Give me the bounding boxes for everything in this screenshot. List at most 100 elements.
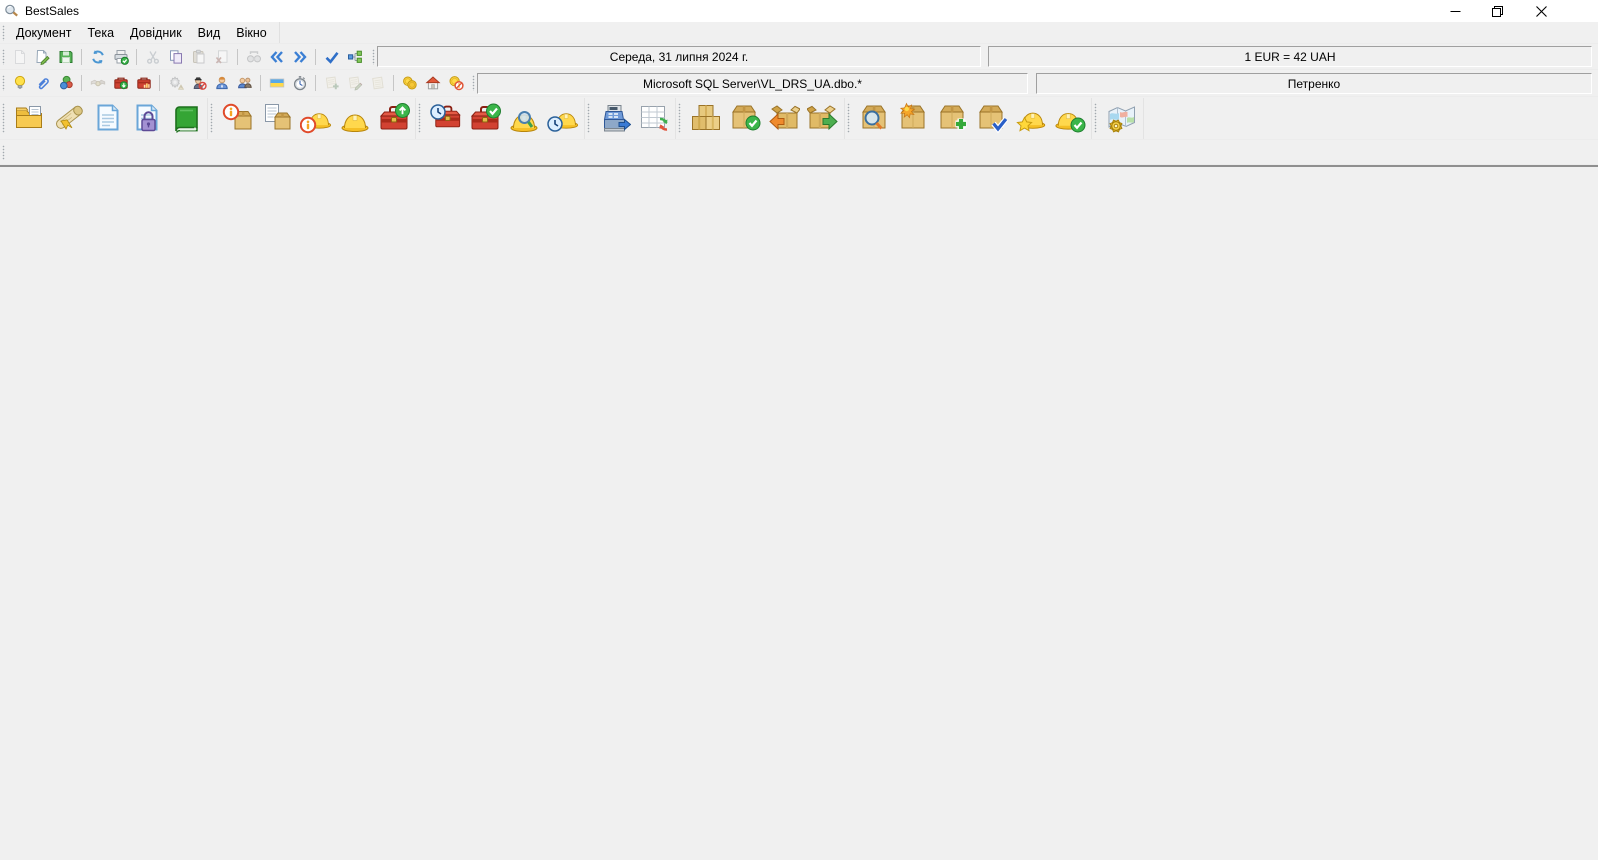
hardhat-search-button[interactable] — [504, 99, 543, 138]
paste-button — [187, 46, 210, 68]
toolbar-chunk — [424, 97, 585, 139]
hardhat-icon — [339, 102, 371, 134]
folder-document-icon — [14, 102, 46, 134]
copy-icon — [168, 49, 184, 65]
coins-button[interactable] — [398, 72, 421, 94]
menu-item-1[interactable]: Документ — [8, 24, 79, 42]
tree-structure-button[interactable] — [343, 46, 366, 68]
invoice-lock-button[interactable] — [127, 99, 166, 138]
cash-register-button[interactable] — [595, 99, 634, 138]
toolbar-gripper[interactable] — [418, 103, 421, 133]
box-new-button[interactable] — [894, 99, 933, 138]
box-dispatch-button[interactable] — [803, 99, 842, 138]
boxes-button[interactable] — [686, 99, 725, 138]
toolbar-gripper[interactable] — [2, 103, 5, 133]
gear-warning-button — [164, 72, 187, 94]
toolbar-chunk — [593, 97, 676, 139]
flag-ukraine-button[interactable] — [265, 72, 288, 94]
nav-next-button[interactable] — [288, 46, 311, 68]
certificate-button[interactable] — [49, 99, 88, 138]
stopwatch-button[interactable] — [288, 72, 311, 94]
map-settings-icon — [1106, 102, 1138, 134]
menu-item-4[interactable]: Вид — [190, 24, 229, 42]
hardhat-clock-button[interactable] — [543, 99, 582, 138]
hardhat-button[interactable] — [335, 99, 374, 138]
toolbox-clock-button[interactable] — [426, 99, 465, 138]
copy-button[interactable] — [164, 46, 187, 68]
folder-document-button[interactable] — [10, 99, 49, 138]
toolbar-gripper[interactable] — [847, 103, 850, 133]
mdi-workspace — [0, 165, 1598, 860]
nav-previous-button[interactable] — [265, 46, 288, 68]
box-verify-button[interactable] — [972, 99, 1011, 138]
minimize-button[interactable] — [1434, 0, 1476, 22]
toolbox-check-icon — [469, 102, 501, 134]
hardhat-star-button[interactable] — [1011, 99, 1050, 138]
menu-item-5[interactable]: Вікно — [228, 24, 274, 42]
binoculars-button — [242, 46, 265, 68]
note-edit-icon — [347, 75, 363, 91]
certificate-icon — [53, 102, 85, 134]
toolbox-check-button[interactable] — [465, 99, 504, 138]
apply-check-button[interactable] — [320, 46, 343, 68]
user-group-button[interactable] — [233, 72, 256, 94]
panel-gripper[interactable] — [372, 49, 375, 65]
cashbox-report-button[interactable] — [132, 72, 155, 94]
panel-gripper[interactable] — [472, 75, 475, 91]
hardhat-check-button[interactable] — [1050, 99, 1089, 138]
coin-blocked-button[interactable] — [444, 72, 467, 94]
box-receive-button[interactable] — [764, 99, 803, 138]
color-spheres-button[interactable] — [54, 72, 77, 94]
menu-gripper[interactable] — [2, 24, 5, 41]
toolbar-separator — [260, 75, 261, 91]
toolbar-separator — [81, 75, 82, 91]
box-search-button[interactable] — [855, 99, 894, 138]
box-add-button[interactable] — [933, 99, 972, 138]
print-verified-icon — [113, 49, 129, 65]
toolbar-gripper[interactable] — [678, 103, 681, 133]
toolbar-gripper[interactable] — [2, 144, 5, 160]
restore-button[interactable] — [1476, 0, 1518, 22]
light-bulb-button[interactable] — [8, 72, 31, 94]
table-refresh-button[interactable] — [634, 99, 673, 138]
toolbar-separator — [159, 75, 160, 91]
toolbar-gripper[interactable] — [2, 75, 5, 91]
box-check-icon — [729, 102, 761, 134]
toolbar-gripper[interactable] — [1094, 103, 1097, 133]
save-icon — [58, 49, 74, 65]
green-book-icon — [170, 102, 202, 134]
box-receive-icon — [768, 102, 800, 134]
paste-icon — [191, 49, 207, 65]
toolbox-up-button[interactable] — [374, 99, 413, 138]
user-blocked-button[interactable] — [187, 72, 210, 94]
toolbar-gripper[interactable] — [2, 48, 5, 65]
edit-document-button[interactable] — [31, 46, 54, 68]
toolbox-up-icon — [378, 102, 410, 134]
print-verified-button[interactable] — [109, 46, 132, 68]
menu-item-3[interactable]: Довідник — [122, 24, 190, 42]
coin-blocked-icon — [448, 75, 464, 91]
binoculars-icon — [246, 49, 262, 65]
box-new-icon — [898, 102, 930, 134]
green-book-button[interactable] — [166, 99, 205, 138]
invoice-button[interactable] — [88, 99, 127, 138]
cashbox-in-button[interactable] — [109, 72, 132, 94]
refresh-button[interactable] — [86, 46, 109, 68]
paperclip-icon — [35, 75, 51, 91]
box-check-button[interactable] — [725, 99, 764, 138]
document-box-button[interactable] — [257, 99, 296, 138]
map-settings-button[interactable] — [1102, 99, 1141, 138]
menu-item-2[interactable]: Тека — [79, 24, 122, 42]
box-verify-icon — [976, 102, 1008, 134]
user-manager-button[interactable] — [210, 72, 233, 94]
toolbar-chunk — [853, 97, 1092, 139]
home-warehouse-button[interactable] — [421, 72, 444, 94]
save-button[interactable] — [54, 46, 77, 68]
close-button[interactable] — [1520, 0, 1562, 22]
paperclip-button[interactable] — [31, 72, 54, 94]
toolbar-gripper[interactable] — [210, 103, 213, 133]
toolbar-gripper[interactable] — [587, 103, 590, 133]
info-hardhat-button[interactable] — [296, 99, 335, 138]
box-info-button[interactable] — [218, 99, 257, 138]
stopwatch-icon — [292, 75, 308, 91]
